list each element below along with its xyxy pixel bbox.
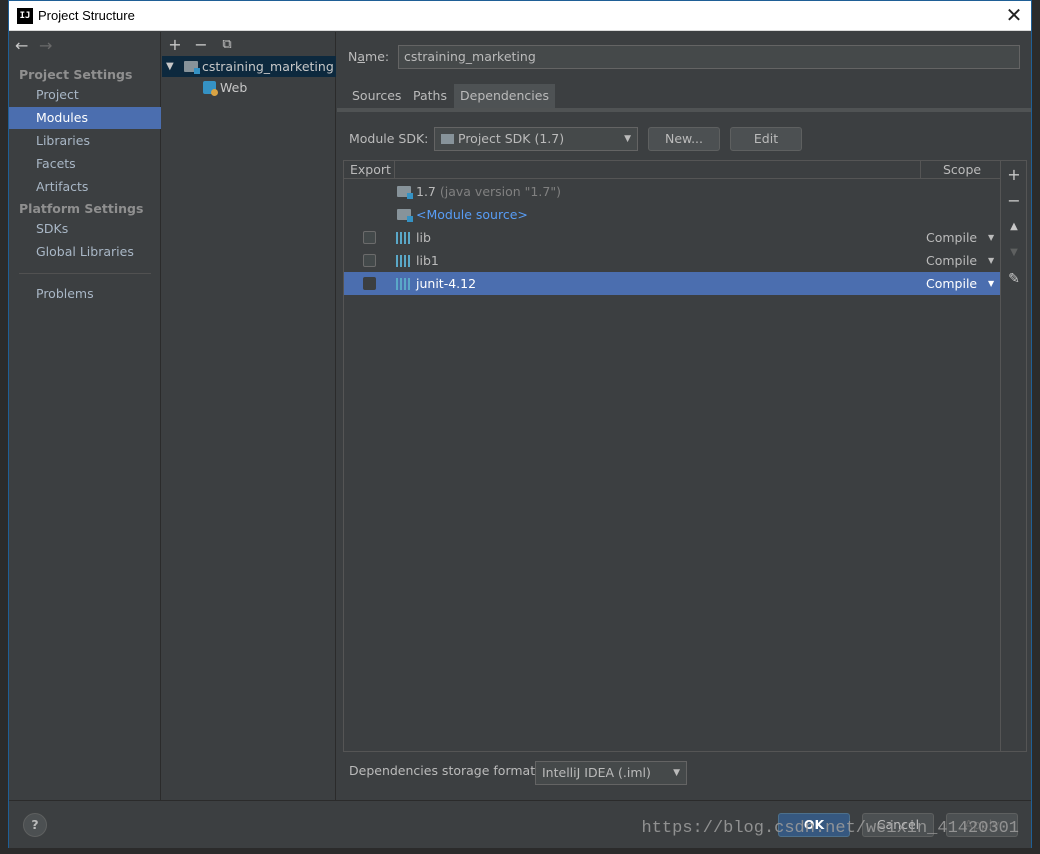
forward-arrow-icon[interactable]: → (39, 36, 63, 55)
dependency-name: junit-4.12 (416, 276, 477, 291)
title-bar: IJ Project Structure ✕ (9, 1, 1031, 31)
nav-item-global-libraries[interactable]: Global Libraries (9, 241, 161, 263)
dialog-footer: ? OK Cancel Apply https://blog.csdn.net/… (9, 800, 1031, 848)
tab-dependencies[interactable]: Dependencies (454, 84, 555, 108)
sdk-folder-icon (441, 134, 454, 144)
dependency-name: lib (416, 230, 431, 245)
module-sdk-label: Module SDK: (349, 131, 429, 146)
module-settings-panel: Name: cstraining_marketing Sources Paths… (337, 32, 1031, 800)
tab-underline (337, 108, 1031, 112)
nav-item-problems[interactable]: Problems (9, 283, 161, 305)
dependencies-table: Export Scope 1.7 (java version "1.7") <Mo… (343, 160, 1001, 752)
sdk-value: Project SDK (1.7) (458, 131, 565, 146)
add-module-icon[interactable]: + (164, 34, 186, 56)
new-sdk-button[interactable]: New... (648, 127, 720, 151)
source-folder-icon (397, 209, 413, 222)
header-divider (920, 161, 921, 179)
expand-arrow-icon[interactable]: ▼ (166, 56, 174, 77)
settings-nav: ← → Project Settings Project Modules Libr… (9, 32, 161, 800)
table-row[interactable]: lib Compile ▼ (344, 226, 1000, 249)
table-row[interactable]: junit-4.12 Compile ▼ (344, 272, 1000, 295)
tree-item-web-facet[interactable]: Web (162, 77, 336, 98)
nav-divider (19, 273, 151, 274)
library-icon (396, 278, 412, 290)
table-header: Export Scope (344, 161, 1000, 179)
nav-item-libraries[interactable]: Libraries (9, 130, 161, 152)
web-facet-icon (203, 81, 218, 96)
module-sdk-select[interactable]: Project SDK (1.7) ▼ (434, 127, 638, 151)
scope-value[interactable]: Compile (926, 226, 977, 249)
remove-module-icon[interactable]: − (190, 34, 212, 56)
close-icon[interactable]: ✕ (1003, 5, 1025, 27)
export-checkbox[interactable] (363, 231, 376, 244)
dependency-name: lib1 (416, 253, 439, 268)
section-project-settings: Project Settings (19, 67, 133, 82)
table-row[interactable]: lib1 Compile ▼ (344, 249, 1000, 272)
nav-item-artifacts[interactable]: Artifacts (9, 176, 161, 198)
header-divider (394, 161, 395, 179)
export-checkbox[interactable] (363, 277, 376, 290)
library-icon (396, 255, 412, 267)
nav-item-project[interactable]: Project (9, 84, 161, 106)
table-row[interactable]: 1.7 (java version "1.7") (344, 180, 1000, 203)
chevron-down-icon[interactable]: ▼ (988, 272, 994, 295)
dependency-name: 1.7 (java version "1.7") (416, 184, 561, 199)
move-up-icon[interactable]: ▲ (1001, 215, 1027, 239)
module-folder-icon (184, 61, 200, 74)
storage-format-select[interactable]: IntelliJ IDEA (.iml) ▼ (535, 761, 687, 785)
storage-format-label: Dependencies storage format: (349, 763, 540, 778)
tree-item-module[interactable]: ▼ cstraining_marketing (162, 56, 336, 77)
export-checkbox[interactable] (363, 254, 376, 267)
nav-item-sdks[interactable]: SDKs (9, 218, 161, 240)
chevron-down-icon: ▼ (673, 768, 680, 778)
tab-sources[interactable]: Sources (346, 84, 407, 108)
chevron-down-icon: ▼ (624, 134, 631, 144)
table-row[interactable]: <Module source> (344, 203, 1000, 226)
help-icon[interactable]: ? (23, 813, 47, 837)
window-title: Project Structure (38, 8, 135, 23)
scope-value[interactable]: Compile (926, 249, 977, 272)
project-structure-dialog: IJ Project Structure ✕ ← → Project Settin… (8, 0, 1032, 848)
intellij-app-icon: IJ (17, 8, 33, 24)
library-icon (396, 232, 412, 244)
tab-paths[interactable]: Paths (407, 84, 453, 108)
dependency-toolbar: + − ▲ ▼ ✎ (1001, 160, 1027, 752)
chevron-down-icon[interactable]: ▼ (988, 226, 994, 249)
nav-history: ← → (15, 36, 63, 55)
header-scope[interactable]: Scope (943, 162, 981, 177)
module-tree-panel: + − ⧉ ▼ cstraining_marketing Web (162, 32, 336, 800)
sdk-folder-icon (397, 186, 413, 199)
facet-name: Web (220, 80, 248, 95)
watermark-text: https://blog.csdn.net/weixin_41420301 (641, 819, 1019, 838)
module-name: cstraining_marketing (202, 59, 334, 74)
nav-item-modules[interactable]: Modules (9, 107, 161, 129)
edit-dependency-icon[interactable]: ✎ (1001, 267, 1027, 291)
copy-module-icon[interactable]: ⧉ (216, 34, 238, 56)
dependency-name: <Module source> (416, 207, 528, 222)
remove-dependency-icon[interactable]: − (1001, 189, 1027, 213)
storage-format-value: IntelliJ IDEA (.iml) (542, 765, 651, 780)
move-down-icon[interactable]: ▼ (1001, 241, 1027, 265)
nav-item-facets[interactable]: Facets (9, 153, 161, 175)
section-platform-settings: Platform Settings (19, 201, 144, 216)
scope-value[interactable]: Compile (926, 272, 977, 295)
header-export[interactable]: Export (350, 162, 391, 177)
module-name-field[interactable]: cstraining_marketing (398, 45, 1020, 69)
back-arrow-icon[interactable]: ← (15, 36, 39, 55)
add-dependency-icon[interactable]: + (1001, 163, 1027, 187)
edit-sdk-button[interactable]: Edit (730, 127, 802, 151)
chevron-down-icon[interactable]: ▼ (988, 249, 994, 272)
name-label: Name: (348, 49, 390, 64)
